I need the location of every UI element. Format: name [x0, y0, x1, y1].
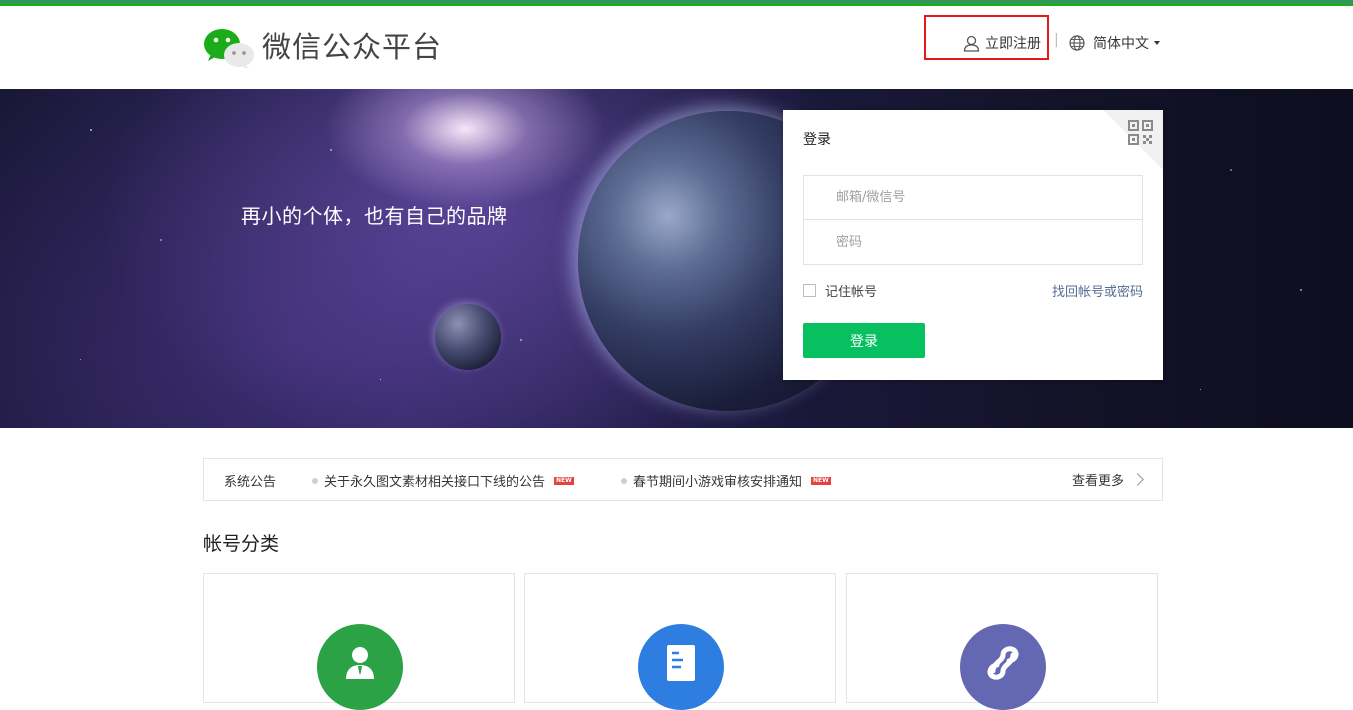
- service-account-icon: [317, 624, 403, 710]
- login-title: 登录: [803, 132, 831, 148]
- language-selector[interactable]: 简体中文: [1069, 33, 1160, 53]
- notice-label: 系统公告: [224, 475, 277, 490]
- remember-account[interactable]: 记住帐号: [803, 281, 877, 300]
- chevron-down-icon: [1154, 41, 1160, 45]
- account-card-service[interactable]: [203, 573, 515, 710]
- subscription-account-icon: [638, 624, 724, 710]
- login-panel: 登录 记住帐号 找回帐号或密码 登录: [783, 110, 1163, 380]
- language-label: 简体中文: [1093, 36, 1149, 52]
- bullet-dot: [621, 477, 627, 484]
- header-separator: |: [1054, 32, 1059, 48]
- notice-text: 春节期间小游戏审核安排通知: [633, 475, 803, 490]
- user-icon: [963, 35, 980, 52]
- email-input[interactable]: [804, 176, 1142, 219]
- password-field-wrapper: [803, 220, 1143, 265]
- notice-bar: 系统公告 关于永久图文素材相关接口下线的公告 NEW 春节期间小游戏审核安排通知…: [203, 458, 1163, 501]
- remember-checkbox[interactable]: [803, 284, 816, 297]
- mini-program-icon: [960, 624, 1046, 710]
- view-more-link[interactable]: 查看更多: [1071, 470, 1144, 489]
- register-link[interactable]: 立即注册: [963, 33, 1041, 53]
- brand-name: 微信公众平台: [262, 30, 443, 64]
- new-badge: NEW: [811, 476, 831, 485]
- chevron-right-icon: [1131, 473, 1144, 486]
- notice-item[interactable]: 春节期间小游戏审核安排通知 NEW: [621, 471, 831, 490]
- password-input[interactable]: [804, 220, 1142, 264]
- register-label: 立即注册: [985, 36, 1041, 52]
- planet-small: [435, 304, 501, 370]
- new-badge: NEW: [554, 476, 574, 485]
- wechat-logo-icon[interactable]: [203, 26, 255, 70]
- bullet-dot: [312, 477, 318, 484]
- qr-code-icon: [1128, 120, 1153, 145]
- view-more-label: 查看更多: [1071, 474, 1124, 489]
- remember-label: 记住帐号: [825, 285, 878, 300]
- account-card-subscription[interactable]: [524, 573, 836, 710]
- banner-slogan: 再小的个体，也有自己的品牌: [241, 204, 508, 228]
- globe-icon: [1069, 35, 1085, 51]
- login-button[interactable]: 登录: [803, 323, 925, 358]
- forgot-password-link[interactable]: 找回帐号或密码: [1052, 281, 1143, 300]
- notice-item[interactable]: 关于永久图文素材相关接口下线的公告 NEW: [312, 471, 574, 490]
- account-card-mini-program[interactable]: [846, 573, 1158, 710]
- qr-login-toggle[interactable]: [1103, 110, 1163, 170]
- account-types-title: 帐号分类: [203, 533, 280, 555]
- email-field-wrapper: [803, 175, 1143, 220]
- notice-text: 关于永久图文素材相关接口下线的公告: [324, 475, 546, 490]
